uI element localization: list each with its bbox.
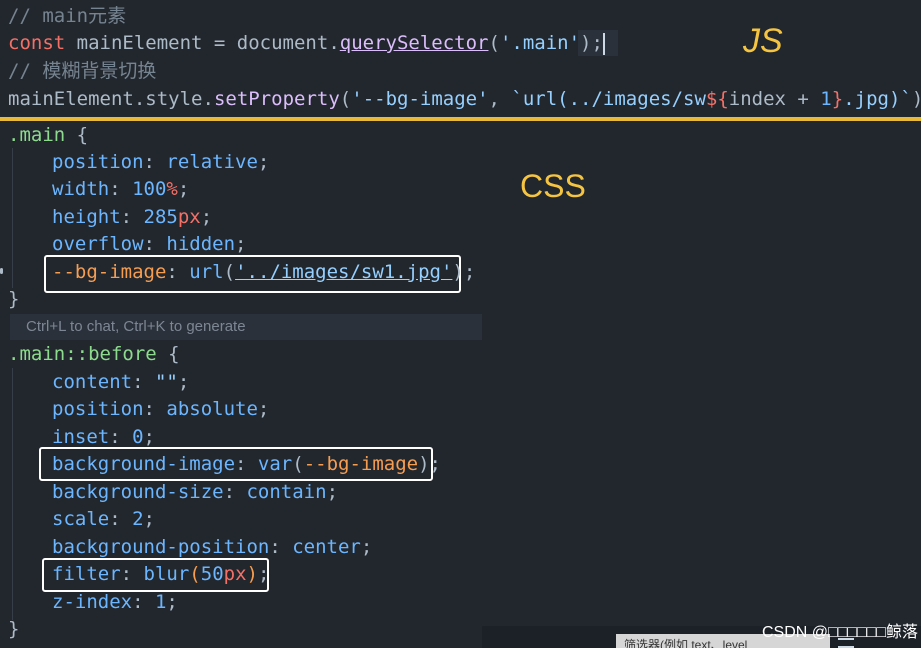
brace-close: } (8, 618, 20, 640)
css-decl-filter[interactable]: filter: blur(50px); (52, 560, 269, 588)
css-decl-background-position[interactable]: background-position: center; (52, 533, 372, 561)
dot: . (202, 88, 214, 110)
css-decl-position-abs[interactable]: position: absolute; (52, 395, 269, 423)
css-decl-overflow[interactable]: overflow: hidden; (52, 230, 247, 258)
template-expr-close: } (831, 88, 844, 110)
number-value: 100 (132, 178, 167, 200)
js-line-set-property[interactable]: mainElement.style.setProperty('--bg-imag… (8, 85, 921, 113)
property-name: overflow (52, 233, 144, 255)
property-value: contain (246, 481, 327, 503)
custom-property-ref: --bg-image (303, 453, 419, 475)
property-value: hidden (166, 233, 236, 255)
property-name: background-position (52, 536, 270, 558)
unit: % (166, 178, 178, 200)
text-cursor (602, 32, 605, 55)
dot: . (133, 88, 146, 110)
brace-open: { (156, 343, 180, 365)
method-set-property: setProperty (213, 88, 340, 110)
paren-open: ( (339, 88, 352, 110)
ai-hint-bar: Ctrl+L to chat, Ctrl+K to generate (10, 314, 482, 340)
watermark: CSDN @□□□□□□鲸落 (762, 624, 919, 641)
css-decl-background-image[interactable]: background-image: var(--bg-image); (52, 450, 441, 478)
function-blur: blur (143, 563, 190, 585)
function-url: url (189, 261, 224, 283)
css-decl-bg-image-var[interactable]: --bg-image: url('../images/sw1.jpg'); (52, 258, 475, 286)
js-comment-main: // main元素 (8, 5, 127, 27)
css-rule-before-close: } (8, 615, 19, 643)
property-name: scale (52, 508, 110, 530)
js-comment-blur-switch: // 模糊背景切换 (8, 60, 157, 82)
property-name: z-index (52, 591, 133, 613)
css-decl-position[interactable]: position: relative; (52, 148, 269, 176)
identifier-document: document (236, 32, 329, 54)
property-name: position (52, 151, 144, 173)
property-name: inset (52, 426, 110, 448)
keyword-const: const (8, 32, 66, 54)
number-value: 50 (200, 563, 224, 585)
property-value: center (292, 536, 361, 558)
unit: px (177, 206, 201, 228)
template-end: .jpg)` (843, 88, 912, 110)
number-value: 2 (132, 508, 144, 530)
template-start: `url(../images/sw (511, 88, 706, 110)
identifier: mainElement = (65, 32, 237, 54)
property-name: background-size (52, 481, 224, 503)
css-decl-content[interactable]: content: ""; (52, 368, 189, 396)
number-value: 285 (143, 206, 178, 228)
template-expr-open: ${ (705, 88, 729, 110)
template-expr: index + (728, 88, 821, 110)
string-arg: '.main' (499, 32, 581, 54)
number-value: 0 (132, 426, 144, 448)
property-name: filter (52, 563, 121, 585)
paren-open: ( (488, 32, 500, 54)
method-query-selector[interactable]: querySelector (340, 32, 489, 54)
css-decl-height[interactable]: height: 285px; (52, 203, 212, 231)
brace-open: { (65, 124, 89, 146)
css-decl-z-index[interactable]: z-index: 1; (52, 588, 178, 616)
css-rule-main-close: } (8, 285, 19, 313)
identifier-main-element: mainElement (8, 88, 134, 110)
brace-close: } (8, 288, 20, 310)
selector-main: .main (8, 124, 66, 146)
number-one: 1 (820, 88, 832, 110)
custom-property-name: --bg-image (52, 261, 167, 283)
property-value: "" (154, 371, 178, 393)
css-decl-scale[interactable]: scale: 2; (52, 505, 155, 533)
property-name: position (52, 398, 144, 420)
selector-main-before: .main::before (8, 343, 157, 365)
css-decl-width[interactable]: width: 100%; (52, 175, 189, 203)
identifier-style: style (145, 88, 203, 110)
gutter-dot (0, 268, 3, 274)
paren-close: ); (912, 88, 921, 110)
function-var: var (257, 453, 293, 475)
property-name: height (52, 206, 121, 228)
js-line-query-selector[interactable]: const mainElement = document.querySelect… (8, 29, 605, 57)
js-label: JS (743, 22, 783, 60)
indent-guide (12, 368, 13, 620)
dot: . (328, 32, 340, 54)
unit: px (223, 563, 247, 585)
property-name: background-image (52, 453, 236, 475)
css-decl-background-size[interactable]: background-size: contain; (52, 478, 338, 506)
css-rule-main-selector[interactable]: .main { (8, 121, 88, 149)
number-value: 1 (154, 591, 167, 613)
css-label: CSS (520, 168, 586, 204)
indent-guide (12, 148, 13, 288)
property-name: width (52, 178, 110, 200)
css-rule-before-selector[interactable]: .main::before { (8, 340, 180, 368)
paren-close: ); (580, 32, 603, 54)
url-string-link[interactable]: '../images/sw1.jpg' (235, 261, 452, 283)
comma: , (488, 88, 512, 110)
property-name: content (52, 371, 133, 393)
property-value: absolute (166, 398, 258, 420)
property-value: relative (166, 151, 258, 173)
section-divider (0, 117, 921, 121)
string-arg-bg-image: '--bg-image' (351, 88, 489, 110)
